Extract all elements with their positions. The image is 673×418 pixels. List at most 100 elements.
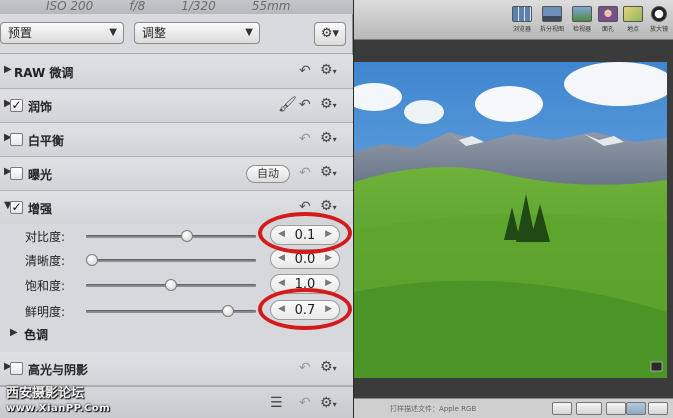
section-white-balance-label: 白平衡 [28,134,65,148]
adjustments-inspector: ISO 200 f/8 1/320 55mm 预置 ▼ 调整 ▼ ⚙▾ ▶ RA… [0,0,353,418]
places-button[interactable]: 地点 [619,6,647,33]
split-view-button[interactable]: 拆分视图 [538,6,566,33]
undo-icon[interactable]: ↶ [299,131,311,147]
section-retouch[interactable]: ▶ ✓ 润饰 🖌 ↶ ⚙▾ [0,89,353,123]
saturation-label: 饱和度: [25,279,66,293]
section-highlights-shadows-label: 高光与阴影 [28,363,89,377]
undo-icon[interactable]: ↶ [299,395,311,411]
section-white-balance[interactable]: ▶ 白平衡 ↶ ⚙▾ [0,123,353,157]
viewer-status-bar: 打样描述文件：Apple RGB [354,398,673,418]
status-button-5[interactable] [648,402,668,415]
loupe-label: 放大镜 [649,26,668,33]
browser-label: 浏览器 [512,26,531,33]
brush-icon[interactable]: 🖌 [278,95,297,113]
viewer-label: 检视器 [572,26,591,33]
gear-icon[interactable]: ⚙▾ [320,198,337,214]
preset-select-label: 预置 [8,26,33,40]
exposure-checkbox[interactable] [10,167,23,180]
image-viewer: 浏览器 拆分视图 检视器 面孔 地点 放大镜 打样描述文件：Apple RGB [354,0,673,418]
saturation-stepper[interactable]: ◀ 1.0 ▶ [270,274,340,294]
preset-bar: 预置 ▼ 调整 ▼ ⚙▾ [0,14,353,54]
status-button-2[interactable] [576,402,602,415]
increment-icon[interactable]: ▶ [325,278,332,288]
panel-gear-button[interactable]: ⚙▾ [314,22,346,46]
gear-icon[interactable]: ⚙▾ [320,130,337,146]
split-view-icon [542,6,562,22]
contrast-slider[interactable] [86,230,256,242]
section-enhance[interactable]: ▼ ✓ 增强 ↶ ⚙▾ [0,191,353,225]
browser-button[interactable]: 浏览器 [508,6,536,33]
highlights-shadows-checkbox[interactable] [10,362,23,375]
contrast-label: 对比度: [25,230,66,244]
vibrancy-slider[interactable] [86,305,256,317]
gear-icon[interactable]: ⚙▾ [320,395,337,411]
preset-select[interactable]: 预置 ▼ [0,22,124,44]
split-view-label: 拆分视图 [539,26,564,33]
exposure-auto-button[interactable]: 自动 [246,165,290,183]
exif-aperture: f/8 [129,0,146,13]
definition-label: 清晰度: [25,254,66,268]
increment-icon[interactable]: ▶ [325,304,332,314]
landscape-image [354,62,667,378]
disclosure-right-icon[interactable]: ▶ [10,327,18,338]
contrast-stepper[interactable]: ◀ 0.1 ▶ [270,225,340,245]
white-balance-checkbox[interactable] [10,133,23,146]
section-highlights-shadows[interactable]: ▶ 高光与阴影 ↶ ⚙▾ [0,352,353,386]
adjust-select[interactable]: 调整 ▼ [134,22,260,44]
gear-icon[interactable]: ⚙▾ [320,359,337,375]
exif-shutter: 1/320 [181,0,216,13]
faces-button[interactable]: 面孔 [594,6,622,33]
retouch-checkbox[interactable]: ✓ [10,99,23,112]
undo-icon[interactable]: ↶ [299,165,311,181]
chevron-down-icon: ▼ [245,27,253,38]
tone-subsection[interactable]: ▶ 色调 [0,322,353,348]
undo-icon[interactable]: ↶ [299,360,311,376]
viewer-button[interactable]: 检视器 [568,6,596,33]
undo-icon[interactable]: ↶ [299,97,311,113]
definition-stepper[interactable]: ◀ 0.0 ▶ [270,249,340,269]
exif-focal: 55mm [251,0,291,13]
status-button-1[interactable] [552,402,572,415]
gear-icon[interactable]: ⚙▾ [320,96,337,112]
status-button-3[interactable] [606,402,626,415]
chevron-down-icon: ▼ [109,27,117,38]
browser-grid-icon [512,6,532,22]
vibrancy-stepper[interactable]: ◀ 0.7 ▶ [270,300,340,320]
aperture-window: ISO 200 f/8 1/320 55mm 预置 ▼ 调整 ▼ ⚙▾ ▶ RA… [0,0,673,418]
landscape-photo[interactable] [354,62,667,378]
slider-knob[interactable] [221,305,234,317]
faces-label: 面孔 [601,26,614,33]
increment-icon[interactable]: ▶ [325,229,332,239]
enhance-checkbox[interactable]: ✓ [10,201,23,214]
section-raw-label: RAW 微调 [14,66,74,80]
slider-row-definition: 清晰度: ◀ 0.0 ▶ [0,248,353,274]
loupe-button[interactable]: 放大镜 [645,6,673,33]
slider-knob[interactable] [180,230,193,242]
slider-knob[interactable] [86,254,98,266]
definition-slider[interactable] [86,254,256,266]
exif-iso: ISO 200 [46,0,94,13]
gear-icon[interactable]: ⚙▾ [320,62,337,78]
exif-bar: ISO 200 f/8 1/320 55mm [0,0,353,14]
adjust-select-label: 调整 [142,26,167,40]
list-icon[interactable]: ☰ [270,395,283,411]
gear-icon[interactable]: ⚙▾ [320,164,337,180]
undo-icon[interactable]: ↶ [299,199,311,215]
disclosure-right-icon[interactable]: ▶ [4,64,12,75]
undo-icon[interactable]: ↶ [299,63,311,79]
status-button-4[interactable] [626,402,646,415]
slider-row-saturation: 饱和度: ◀ 1.0 ▶ [0,273,353,299]
faces-icon [598,6,618,22]
section-enhance-label: 增强 [28,202,53,216]
watermark-site: 西安摄影论坛 [6,386,85,401]
section-exposure[interactable]: ▶ 曝光 自动 ↶ ⚙▾ [0,157,353,191]
section-raw[interactable]: ▶ RAW 微调 ↶ ⚙▾ [0,55,353,89]
increment-icon[interactable]: ▶ [325,253,332,263]
places-label: 地点 [626,26,639,33]
slider-knob[interactable] [165,279,177,291]
saturation-slider[interactable] [86,279,256,291]
places-map-icon [623,6,643,22]
loupe-icon [651,6,667,22]
watermark: 西安摄影论坛 www.XianPP.Com [6,386,110,416]
vibrancy-label: 鲜明度: [25,305,66,319]
